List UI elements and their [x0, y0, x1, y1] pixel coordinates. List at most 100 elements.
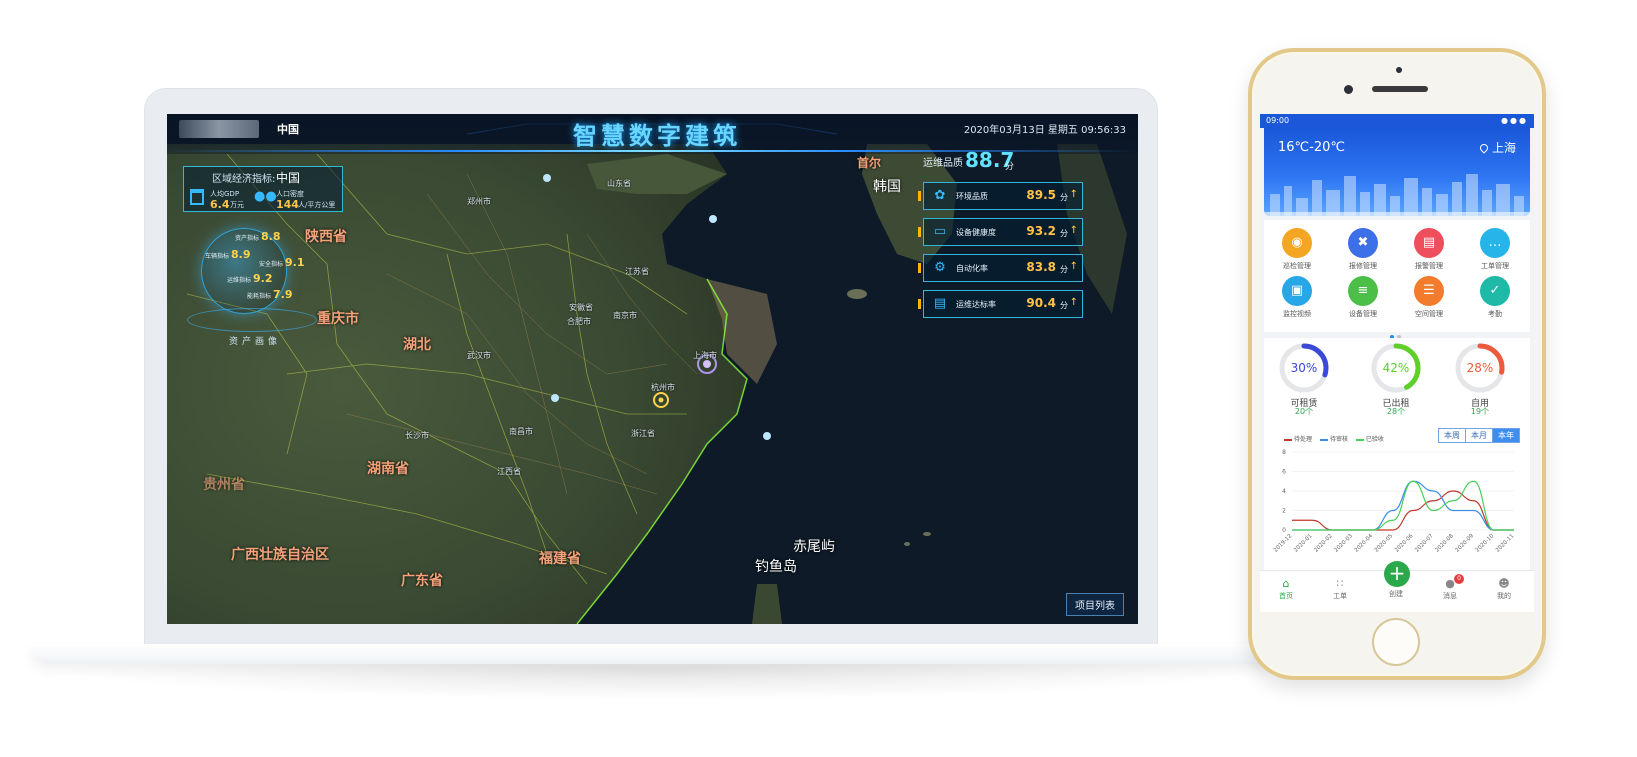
app-label: 考勤: [1488, 310, 1502, 318]
ring-count: 20个: [1294, 407, 1314, 416]
quality-unit: 分: [1005, 162, 1015, 172]
app-attendance[interactable]: ✓ 考勤: [1468, 276, 1522, 319]
phone-screen: 09:00 ●●● 16℃-20℃ 上海 ◉ 巡检管理 ✖ 报修管理 ▤ 报警管…: [1260, 114, 1534, 612]
occupancy-stats: 30% 可租赁 20个 42% 已出租 28个 28% 自用 19个 待处理 待…: [1264, 338, 1530, 590]
metric-value: 89.5: [1026, 188, 1056, 202]
metric-card-environment[interactable]: ✿ 环境品质 89.5 分 ↑: [918, 182, 1083, 210]
chart-series-line: [1292, 480, 1514, 531]
stage: 中国 智慧数字建筑 2020年03月13日 星期五 09:56:33 区域经济指…: [0, 0, 1637, 757]
region-selector[interactable]: 中国: [277, 121, 299, 137]
app-work-order[interactable]: … 工单管理: [1468, 228, 1522, 271]
asset-ring: [187, 308, 317, 332]
map-city-label: 长沙市: [405, 431, 429, 440]
phone-frame: 09:00 ●●● 16℃-20℃ 上海 ◉ 巡检管理 ✖ 报修管理 ▤ 报警管…: [1248, 48, 1546, 680]
asset-stat: 安全指标 9.1: [259, 256, 305, 269]
chart-y-tick: 2: [1282, 508, 1286, 515]
list-icon: ≡: [1348, 276, 1378, 306]
map-label: 贵州省: [203, 477, 245, 493]
tab-label: 工单: [1333, 592, 1347, 600]
tab-label: 消息: [1443, 592, 1457, 600]
legend-item: 已验收: [1365, 436, 1384, 443]
app-patrol[interactable]: ◉ 巡检管理: [1270, 228, 1324, 271]
map-label: 湖南省: [367, 461, 409, 477]
ring-percent: 28%: [1466, 361, 1494, 375]
tab-create[interactable]: 创建: [1376, 589, 1416, 599]
period-year[interactable]: 本年: [1492, 429, 1519, 442]
map-label: 福建省: [539, 551, 581, 567]
tab-messages[interactable]: ● 消息 0: [1430, 574, 1470, 601]
header-datetime: 2020年03月13日 星期五 09:56:33: [963, 125, 1126, 136]
phone-sensor: [1396, 67, 1402, 73]
map-label: 重庆市: [317, 311, 359, 327]
asset-stat: 资产指标 8.8: [235, 230, 281, 243]
project-list-button[interactable]: 项目列表: [1066, 593, 1124, 616]
asset-stat: 车辆指标 8.9: [205, 248, 251, 261]
status-icons: ●●●: [1501, 116, 1528, 125]
quality-label: 运维品质: [923, 158, 963, 169]
tab-work-orders[interactable]: ∷ 工单: [1320, 577, 1360, 601]
chart-up-icon: ▤: [933, 296, 947, 311]
chart-series-line: [1292, 480, 1514, 531]
phone-speaker: [1372, 86, 1428, 92]
metric-value: 83.8: [1026, 260, 1056, 274]
tab-mine[interactable]: ☻ 我的: [1484, 577, 1524, 601]
metric-label: 环境品质: [956, 192, 988, 201]
app-label: 报警管理: [1415, 262, 1443, 270]
tab-label: 首页: [1279, 592, 1293, 600]
home-button[interactable]: [1372, 618, 1420, 666]
app-device[interactable]: ≡ 设备管理: [1336, 276, 1390, 319]
status-time: 09:00: [1266, 116, 1290, 125]
period-month[interactable]: 本月: [1465, 429, 1492, 442]
metric-label: 设备健康度: [956, 228, 996, 237]
app-grid: ◉ 巡检管理 ✖ 报修管理 ▤ 报警管理 … 工单管理 ▣ 监控视频 ≡ 设备管…: [1264, 220, 1530, 339]
map-city-label: 杭州市: [651, 383, 675, 392]
briefcase-icon: ▣: [1282, 276, 1312, 306]
create-button[interactable]: +: [1384, 561, 1410, 587]
tab-label: 我的: [1497, 592, 1511, 600]
map-city-label: 浙江省: [631, 429, 655, 438]
ring-percent: 42%: [1382, 361, 1410, 375]
weather-temperature: 16℃-20℃: [1278, 140, 1345, 155]
asset-stat: 运维指标 9.2: [227, 272, 273, 285]
map-city-label: 山东省: [607, 179, 631, 188]
economy-label: 区域经济指标:: [212, 174, 276, 185]
chart-legend: 待处理 待审核 已验收: [1278, 434, 1384, 443]
map-city-label: 合肥市: [567, 317, 591, 326]
chart-x-tick: 2020-06: [1394, 533, 1415, 554]
metric-value: 90.4: [1026, 296, 1056, 310]
chart-x-tick: 2020-11: [1495, 533, 1515, 553]
tab-label: 创建: [1389, 590, 1403, 598]
company-logo: [179, 120, 259, 138]
weather-location[interactable]: 上海: [1478, 139, 1516, 156]
period-week[interactable]: 本周: [1439, 429, 1465, 442]
legend-item: 待审核: [1329, 436, 1348, 443]
chat-icon: …: [1480, 228, 1510, 258]
map-label: 广东省: [401, 573, 443, 589]
grid-icon: ∷: [1336, 577, 1344, 590]
metric-card-automation[interactable]: ⚙ 自动化率 83.8 分 ↑: [918, 254, 1083, 282]
app-label: 报修管理: [1349, 262, 1377, 270]
user-icon: ☻: [1498, 577, 1510, 590]
arrow-up-icon: ↑: [1069, 225, 1078, 236]
chart-x-tick: 2020-01: [1293, 533, 1313, 553]
metric-unit: 分: [1060, 229, 1068, 238]
ring-count: 19个: [1470, 407, 1490, 416]
chart-x-tick: 2020-04: [1354, 533, 1375, 554]
tab-home[interactable]: ⌂ 首页: [1266, 577, 1306, 601]
leaf-icon: ✿: [934, 188, 946, 203]
app-alarm[interactable]: ▤ 报警管理: [1402, 228, 1456, 271]
app-repair[interactable]: ✖ 报修管理: [1336, 228, 1390, 271]
app-space[interactable]: ☰ 空间管理: [1402, 276, 1456, 319]
tools-icon: ✖: [1348, 228, 1378, 258]
weather-banner: 16℃-20℃ 上海: [1264, 128, 1530, 216]
chart-x-tick: 2019-12: [1273, 533, 1293, 553]
people-icon: ●●: [254, 189, 277, 204]
status-bar: 09:00 ●●●: [1260, 114, 1534, 128]
app-video[interactable]: ▣ 监控视频: [1270, 276, 1324, 319]
metric-card-device-health[interactable]: ▭ 设备健康度 93.2 分 ↑: [918, 218, 1083, 246]
map-city-label: 南昌市: [509, 427, 533, 436]
metric-card-compliance[interactable]: ▤ 运维达标率 90.4 分 ↑: [918, 290, 1083, 318]
gears-icon: ⚙: [934, 260, 946, 275]
bottom-tab-bar: ⌂ 首页 ∷ 工单 + 创建 ● 消息 0 ☻ 我的: [1260, 561, 1534, 612]
period-toggle: 本周 本月 本年: [1438, 428, 1520, 443]
